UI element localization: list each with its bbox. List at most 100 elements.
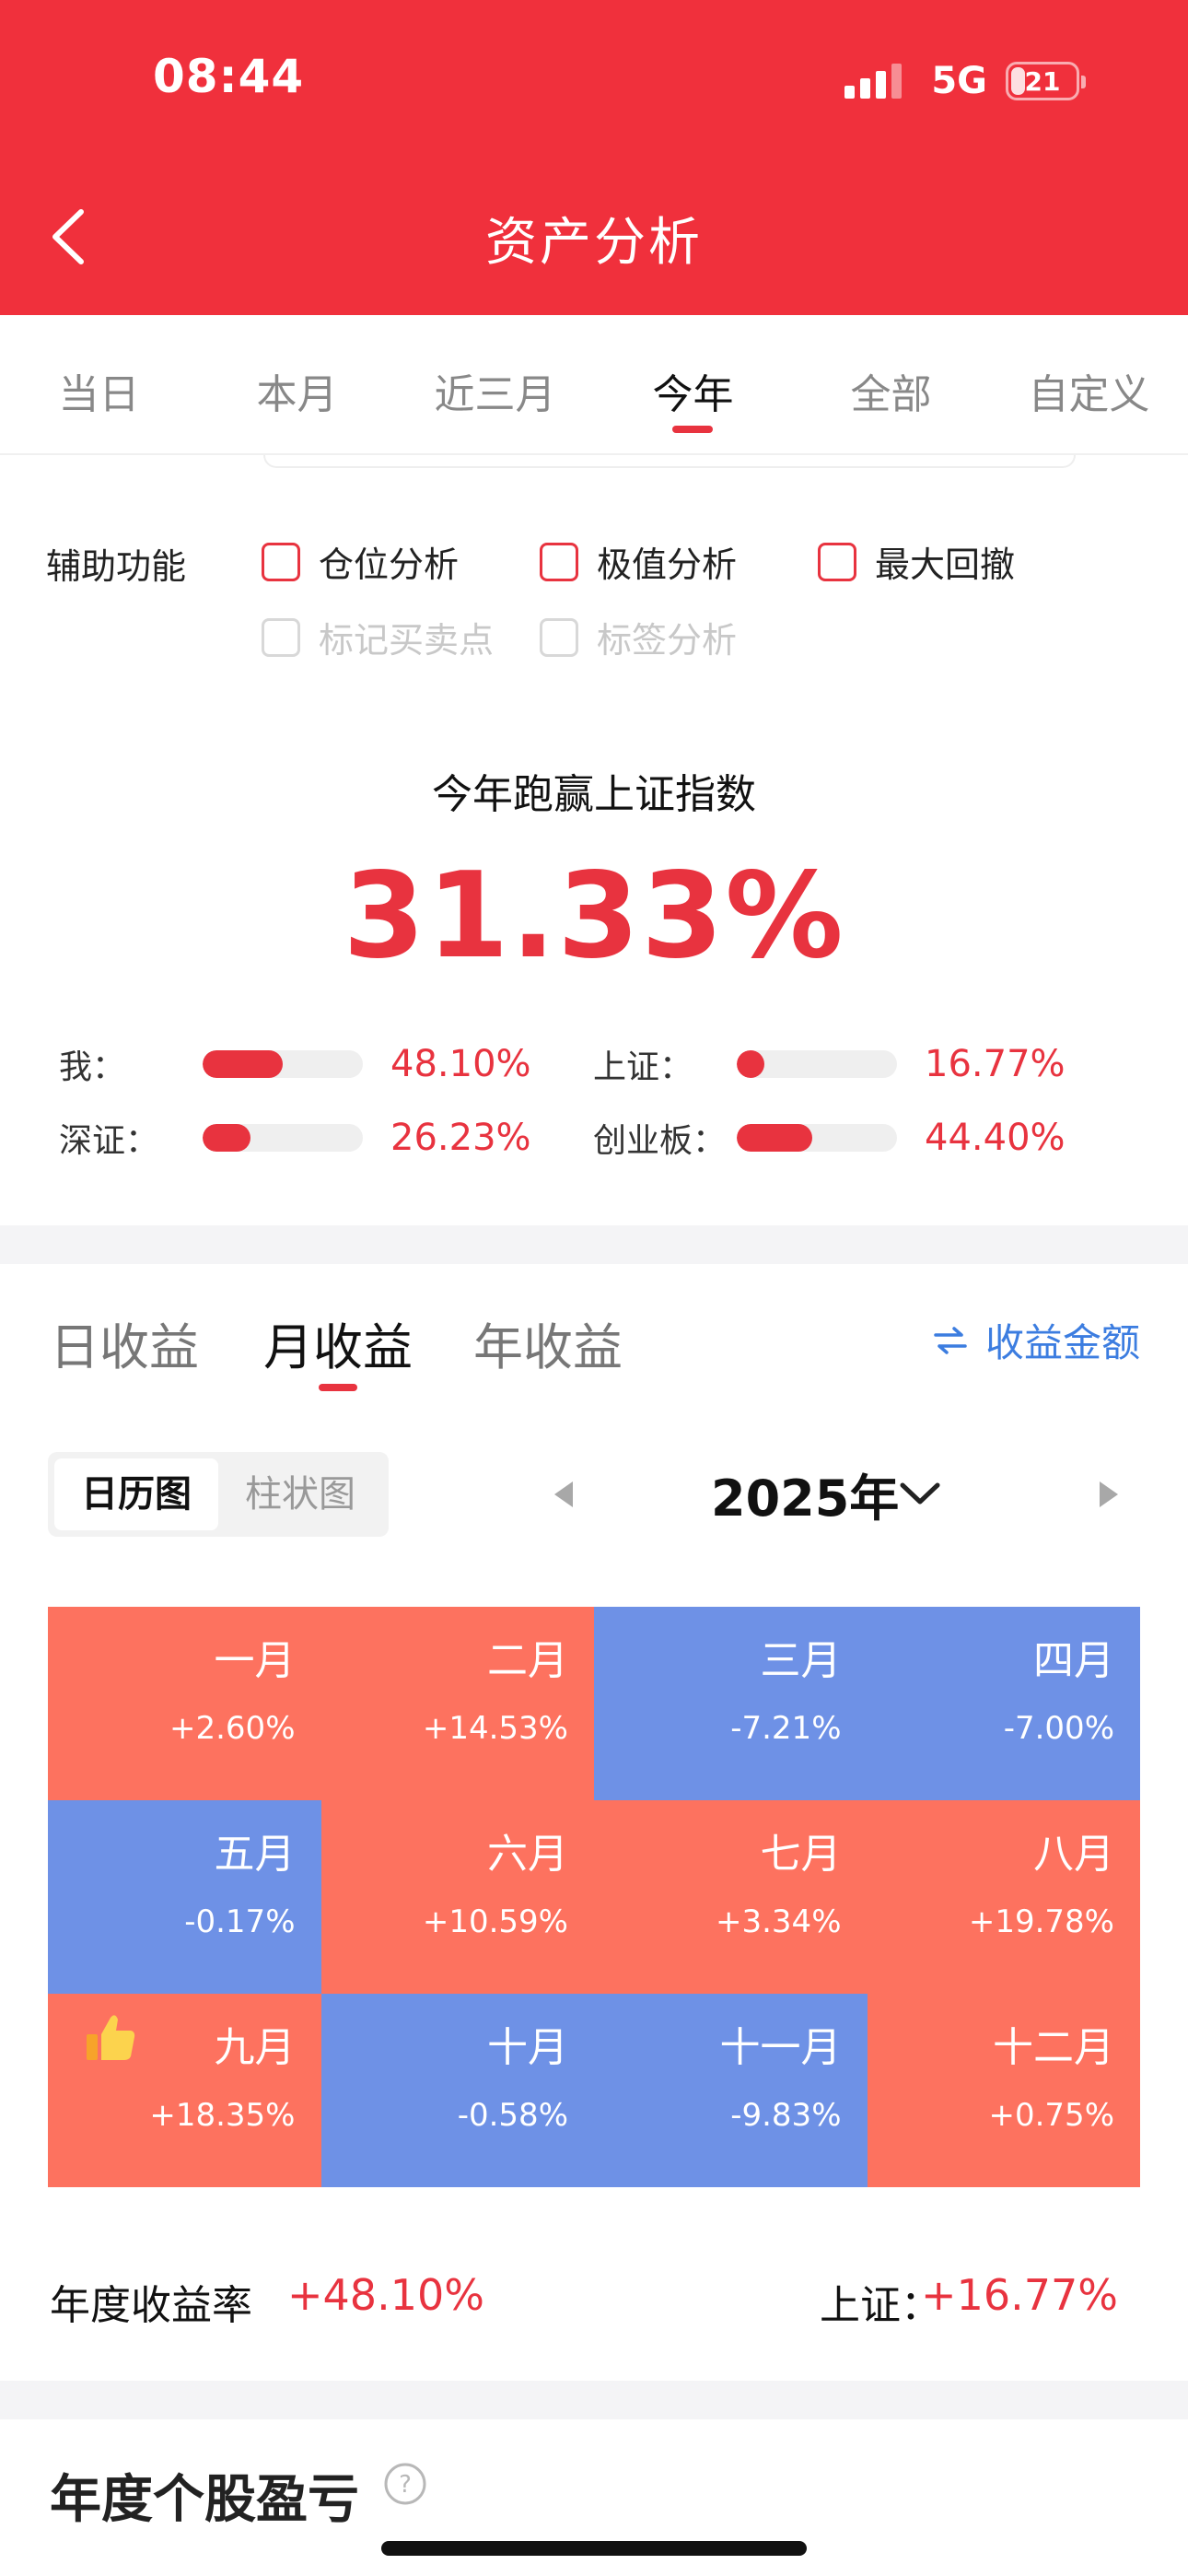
shanghai-index-value: +16.77% xyxy=(921,2270,1118,2320)
month-cell[interactable]: 七月 +3.34% xyxy=(594,1800,868,1994)
month-cell[interactable]: 八月 +19.78% xyxy=(867,1800,1140,1994)
previous-year-icon[interactable] xyxy=(553,1480,575,1509)
month-return: +10.59% xyxy=(422,1903,568,1940)
month-cell[interactable]: 五月 -0.17% xyxy=(48,1800,321,1994)
tab-yearly-returns[interactable]: 年收益 xyxy=(473,1306,623,1379)
month-name: 六月 xyxy=(487,1831,568,1878)
comparison-bar xyxy=(203,1124,363,1152)
view-toggle: 日历图 柱状图 xyxy=(48,1452,389,1537)
comparison-bar xyxy=(737,1050,897,1078)
month-cell[interactable]: 二月 +14.53% xyxy=(320,1607,594,1800)
comparison-label: 上证： xyxy=(593,1048,693,1086)
tab-all[interactable]: 全部 xyxy=(792,315,990,453)
view-calendar-button[interactable]: 日历图 xyxy=(54,1458,218,1530)
tab-this-year[interactable]: 今年 xyxy=(594,315,792,453)
month-cell[interactable]: 九月 +18.35% xyxy=(48,1994,321,2187)
checkbox-tag-analysis: 标签分析 xyxy=(540,612,737,662)
month-cell[interactable]: 四月 -7.00% xyxy=(867,1607,1140,1800)
tab-daily-returns[interactable]: 日收益 xyxy=(50,1306,199,1379)
comparison-value: 16.77% xyxy=(925,1043,1066,1085)
month-return: -7.00% xyxy=(1003,1710,1114,1747)
app-header: 08:44 5G 21 资产分析 xyxy=(0,0,1188,315)
next-year-icon[interactable] xyxy=(1098,1480,1120,1509)
comparison-bar-fill xyxy=(737,1124,812,1152)
tab-monthly-returns[interactable]: 月收益 xyxy=(263,1306,413,1379)
battery-icon: 21 xyxy=(1006,62,1086,100)
checkbox-max-drawdown[interactable]: 最大回撤 xyxy=(818,536,1015,587)
year-selector-label[interactable]: 2025年 xyxy=(711,1458,899,1530)
month-return: +18.35% xyxy=(149,2097,296,2134)
checkbox-position-analysis[interactable]: 仓位分析 xyxy=(262,536,459,587)
checkbox-box xyxy=(262,617,300,657)
month-return: -0.17% xyxy=(184,1903,296,1940)
month-return: +2.60% xyxy=(169,1710,296,1747)
annual-return-value: +48.10% xyxy=(287,2270,484,2320)
month-name: 八月 xyxy=(1033,1831,1114,1878)
comparison-chinext: 创业板： 44.40% xyxy=(593,1115,1066,1161)
comparison-label: 创业板： xyxy=(593,1122,727,1160)
returns-amount-label: 收益金额 xyxy=(984,1320,1140,1365)
tab-last-three-months[interactable]: 近三月 xyxy=(396,315,594,453)
month-return: +3.34% xyxy=(716,1903,842,1940)
tab-this-month[interactable]: 本月 xyxy=(198,315,396,453)
aux-functions-label: 辅助功能 xyxy=(46,546,187,587)
comparison-bar xyxy=(737,1124,897,1152)
month-cell[interactable]: 十一月 -9.83% xyxy=(594,1994,868,2187)
home-indicator xyxy=(381,2541,807,2556)
section-title: 年度个股盈亏 xyxy=(50,2470,359,2530)
month-return: +19.78% xyxy=(968,1903,1114,1940)
month-cell[interactable]: 一月 +2.60% xyxy=(48,1607,321,1800)
comparison-value: 48.10% xyxy=(390,1043,531,1085)
tab-custom[interactable]: 自定义 xyxy=(990,315,1188,453)
checkbox-extreme-analysis[interactable]: 极值分析 xyxy=(540,536,737,587)
comparison-bar-fill xyxy=(203,1124,251,1152)
checkbox-box[interactable] xyxy=(540,542,578,581)
month-return: +14.53% xyxy=(422,1710,568,1747)
network-type: 5G xyxy=(931,60,987,102)
help-icon[interactable]: ? xyxy=(383,2462,427,2506)
svg-text:?: ? xyxy=(399,2471,412,2499)
status-icons: 5G 21 xyxy=(844,57,1086,105)
month-name: 七月 xyxy=(760,1831,842,1878)
month-cell[interactable]: 十月 -0.58% xyxy=(320,1994,594,2187)
page-title: 资产分析 xyxy=(485,213,703,273)
checkbox-label: 标签分析 xyxy=(597,620,738,661)
section-divider xyxy=(0,1225,1188,1264)
month-return: +0.75% xyxy=(988,2097,1115,2134)
checkbox-box[interactable] xyxy=(262,542,300,581)
returns-amount-link[interactable]: 收益金额 xyxy=(932,1312,1140,1368)
month-name: 十月 xyxy=(487,2024,568,2071)
month-return: -7.21% xyxy=(730,1710,842,1747)
active-tab-indicator xyxy=(319,1384,357,1391)
comparison-value: 44.40% xyxy=(925,1117,1066,1159)
chevron-down-icon[interactable] xyxy=(899,1480,941,1507)
month-name: 一月 xyxy=(214,1637,296,1684)
month-cell[interactable]: 六月 +10.59% xyxy=(320,1800,594,1994)
month-name: 十二月 xyxy=(993,2024,1114,2071)
month-name: 四月 xyxy=(1033,1637,1114,1684)
range-tabs: 当日 本月 近三月 今年 全部 自定义 xyxy=(0,315,1188,455)
comparison-shenzhen: 深证： 26.23% xyxy=(59,1115,531,1161)
cellular-signal-icon xyxy=(844,64,907,99)
month-name: 十一月 xyxy=(719,2024,842,2071)
beat-index-title: 今年跑赢上证指数 xyxy=(432,771,756,818)
beat-index-value: 31.33% xyxy=(343,848,845,985)
comparison-bar xyxy=(203,1050,363,1078)
comparison-bar-fill xyxy=(203,1050,283,1078)
comparison-label: 我： xyxy=(59,1048,126,1086)
month-return: -0.58% xyxy=(457,2097,568,2134)
annual-return-label: 年度收益率 xyxy=(50,2282,252,2329)
monthly-returns-calendar: 一月 +2.60% 二月 +14.53% 三月 -7.21% 四月 -7.00% 五月 -0.17… xyxy=(48,1607,1140,2187)
checkbox-box[interactable] xyxy=(818,542,856,581)
thumbs-up-icon xyxy=(87,2015,135,2060)
comparison-label: 深证： xyxy=(59,1122,159,1160)
view-bar-chart-button[interactable]: 柱状图 xyxy=(218,1458,382,1530)
battery-level: 21 xyxy=(1024,65,1061,97)
checkbox-label: 最大回撤 xyxy=(875,544,1016,585)
month-cell[interactable]: 十二月 +0.75% xyxy=(867,1994,1140,2187)
tab-today[interactable]: 当日 xyxy=(0,315,198,453)
swap-arrows-icon xyxy=(934,1326,967,1354)
collapsed-panel-edge xyxy=(263,455,1076,468)
comparison-bar-fill xyxy=(737,1050,764,1078)
month-cell[interactable]: 三月 -7.21% xyxy=(594,1607,868,1800)
